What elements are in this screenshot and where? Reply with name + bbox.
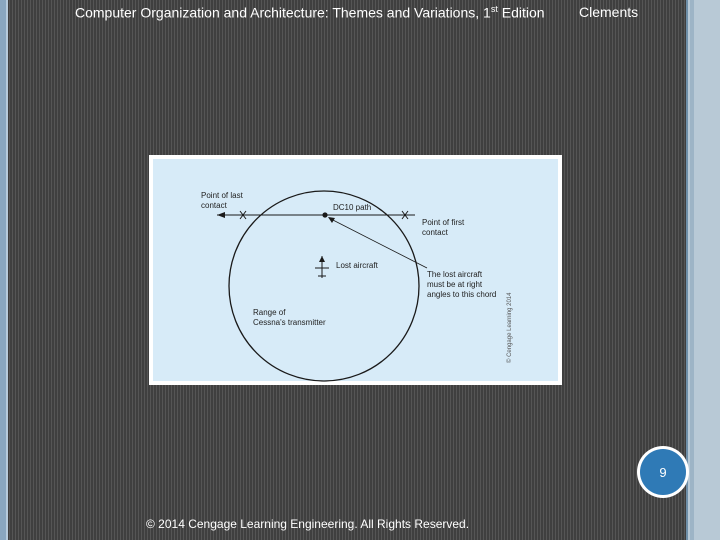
figure-card: Point of last contact DC10 path Point of… xyxy=(149,155,562,385)
left-accent-stripe-inner xyxy=(6,0,8,540)
author-name: Clements xyxy=(579,4,639,20)
label-right-angle-line1: The lost aircraft xyxy=(427,270,483,279)
label-lost-aircraft: Lost aircraft xyxy=(336,261,379,270)
label-right-angle-line3: angles to this chord xyxy=(427,290,496,299)
label-range-line1: Range of xyxy=(253,308,286,317)
label-first-contact-line2: contact xyxy=(422,228,449,237)
label-last-contact-line1: Point of last xyxy=(201,191,244,200)
copyright-footer: © 2014 Cengage Learning Engineering. All… xyxy=(146,517,470,531)
chord-midpoint-dot xyxy=(322,212,328,218)
label-first-contact-line1: Point of first xyxy=(422,218,465,227)
page-number-badge: 9 xyxy=(640,449,686,495)
label-right-angle-line2: must be at right xyxy=(427,280,483,289)
label-dc10-path: DC10 path xyxy=(333,203,371,212)
book-title: Computer Organization and Architecture: … xyxy=(75,4,545,21)
figure-credit: © Cengage Learning 2014 xyxy=(506,292,513,363)
page-number: 9 xyxy=(659,464,667,480)
right-panel-inner-stripe xyxy=(690,0,694,540)
label-last-contact-line2: contact xyxy=(201,201,228,210)
label-range-line2: Cessna's transmitter xyxy=(253,318,326,327)
search-diagram: Point of last contact DC10 path Point of… xyxy=(153,159,558,382)
